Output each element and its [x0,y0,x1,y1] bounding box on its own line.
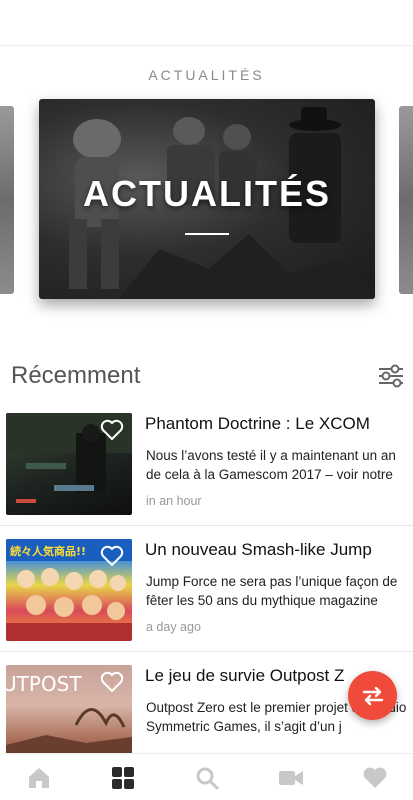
article-excerpt: Jump Force ne sera pas l’unique façon de… [146,574,398,608]
thumbnail-banner-text: 続々人気商品!! [10,544,86,558]
featured-section-label: ACTUALITÉS [148,67,265,83]
favorite-heart-icon[interactable] [100,671,124,693]
top-bar [0,0,413,46]
carousel-next-card[interactable] [399,106,413,294]
favorite-heart-icon[interactable] [100,545,124,567]
heart-icon[interactable] [362,766,388,790]
featured-card-title: ACTUALITÉS [83,173,331,214]
article-item[interactable]: Phantom Doctrine : Le XCOM Nous l’avons … [0,400,413,526]
recent-heading: Récemment [11,362,141,389]
article-time: in an hour [146,494,202,508]
sliders-icon[interactable] [376,362,406,390]
article-item[interactable]: 続々人気商品!! Un nouveau Smash-like Jump Jump… [0,526,413,652]
featured-card-underline [185,233,229,235]
carousel-prev-card[interactable] [0,106,14,294]
article-thumbnail: UTPOST [6,665,132,767]
thumbnail-logo-text: UTPOST [6,672,82,696]
article-excerpt: Nous l’avons testé il y a maintenant un … [146,448,396,482]
search-icon[interactable] [194,766,220,790]
article-thumbnail: 続々人気商品!! [6,539,132,641]
article-list: Phantom Doctrine : Le XCOM Nous l’avons … [0,400,413,778]
home-icon[interactable] [26,766,52,790]
article-thumbnail [6,413,132,515]
article-title: Phantom Doctrine : Le XCOM [145,414,370,433]
favorite-heart-icon[interactable] [100,419,124,441]
grid-icon[interactable] [110,766,136,790]
bottom-navigation [0,753,413,800]
app-screen: ACTUALITÉS ACTUALITÉS Récemment Phantom … [0,0,413,800]
article-title: Un nouveau Smash-like Jump [145,540,372,559]
video-camera-icon[interactable] [278,766,304,790]
featured-carousel[interactable]: ACTUALITÉS [0,99,413,299]
article-time: a day ago [146,620,201,634]
featured-card[interactable]: ACTUALITÉS [39,99,375,299]
swap-arrows-icon[interactable] [348,671,397,720]
